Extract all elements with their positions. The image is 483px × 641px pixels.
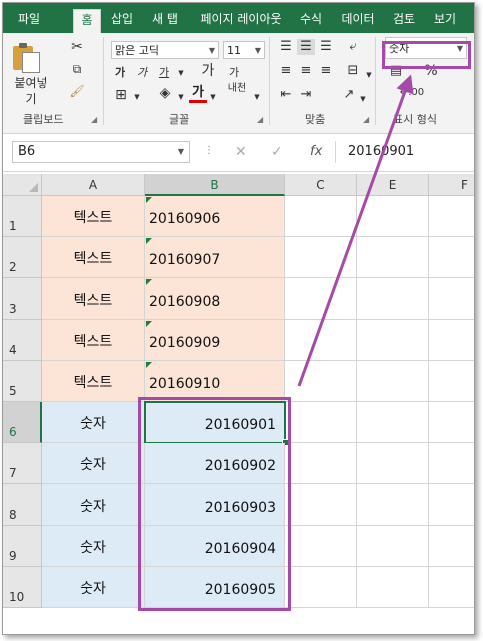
- excel-window: 파일 홈 삽입 새 탭 페이지 레이아웃 수식 데이터 검토 보기 붙여넣기 ✂…: [2, 2, 475, 635]
- annotation-arrow: [297, 74, 414, 387]
